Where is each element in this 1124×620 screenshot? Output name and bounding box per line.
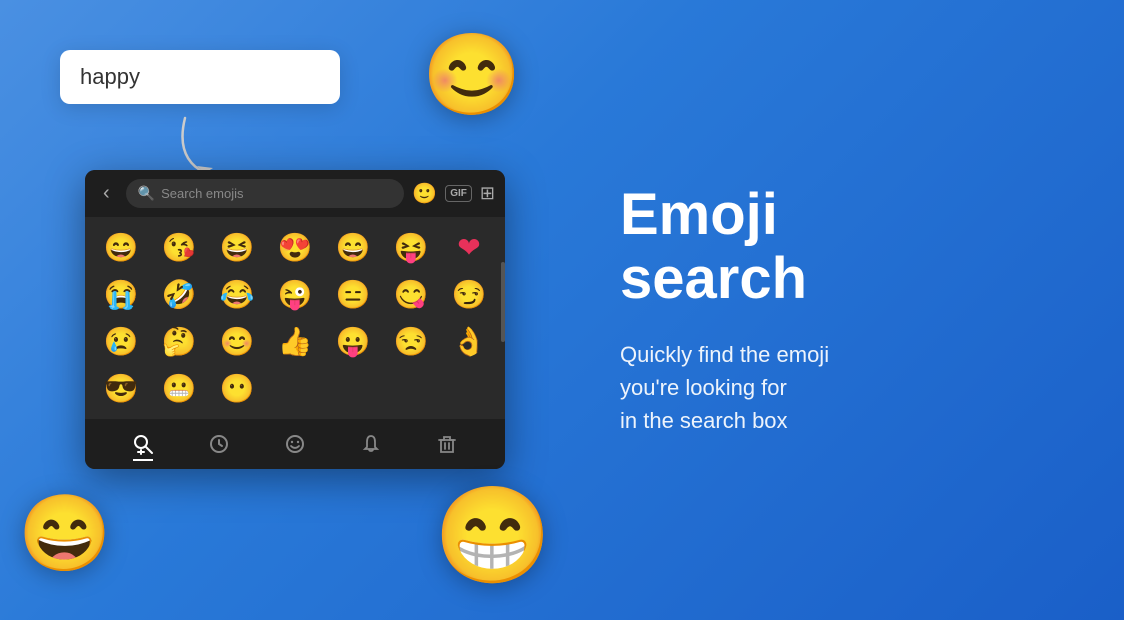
subtext-line2: you're looking for: [620, 375, 787, 400]
headline-line1: Emoji: [620, 182, 778, 247]
emoji-cell[interactable]: 😛: [325, 319, 381, 364]
emoji-cell[interactable]: 🤣: [151, 272, 207, 317]
emoji-cell[interactable]: 😢: [93, 319, 149, 364]
emoji-cell: [383, 366, 439, 411]
emoji-cell[interactable]: 😒: [383, 319, 439, 364]
emoji-cell[interactable]: 😊: [209, 319, 265, 364]
keyboard-panel: ‹ 🔍 Search emojis 🙂 GIF ⊞ 😄 😘 😆 😍 😄 😝 ❤: [85, 170, 505, 469]
emoji-cell[interactable]: 😝: [383, 225, 439, 270]
headline: Emoji search: [620, 183, 1064, 311]
decorative-emoji-bottom-left: 😄: [18, 490, 111, 578]
emoji-cell[interactable]: 😎: [93, 366, 149, 411]
subtext-line3: in the search box: [620, 408, 788, 433]
emoji-cell[interactable]: 🤔: [151, 319, 207, 364]
nav-bell[interactable]: [352, 429, 390, 459]
nav-emoji[interactable]: [276, 429, 314, 459]
keyboard-toolbar: ‹ 🔍 Search emojis 🙂 GIF ⊞: [85, 170, 505, 217]
emoji-cell[interactable]: 😶: [209, 366, 265, 411]
emoji-cell: [441, 366, 497, 411]
nav-search[interactable]: [124, 429, 162, 459]
nav-delete[interactable]: [428, 429, 466, 459]
search-icon: 🔍: [138, 185, 155, 202]
emoji-button[interactable]: 🙂: [412, 181, 437, 206]
search-placeholder-text: Search emojis: [161, 186, 243, 201]
emoji-cell[interactable]: 😬: [151, 366, 207, 411]
emoji-cell[interactable]: 😆: [209, 225, 265, 270]
decorative-emoji-bottom-right: 😁: [434, 481, 552, 592]
emoji-search-bar[interactable]: 🔍 Search emojis: [126, 179, 405, 208]
right-section: Emoji search Quickly find the emoji you'…: [580, 0, 1124, 620]
subtext: Quickly find the emoji you're looking fo…: [620, 338, 1064, 437]
headline-line2: search: [620, 246, 807, 311]
emoji-cell[interactable]: 😭: [93, 272, 149, 317]
emoji-cell[interactable]: 😑: [325, 272, 381, 317]
emoji-cell[interactable]: 👌: [441, 319, 497, 364]
subtext-line1: Quickly find the emoji: [620, 342, 829, 367]
left-section: happy ‹ 🔍 Search emojis 🙂 GIF ⊞ 😄 😘 😆: [0, 0, 580, 620]
emoji-cell[interactable]: 😂: [209, 272, 265, 317]
search-input-value: happy: [80, 64, 140, 89]
emoji-cell[interactable]: 👍: [267, 319, 323, 364]
emoji-cell[interactable]: ❤: [441, 225, 497, 270]
decorative-emoji-top: 😊: [422, 28, 522, 122]
search-card[interactable]: happy: [60, 50, 340, 104]
emoji-cell[interactable]: 😄: [93, 225, 149, 270]
emoji-cell[interactable]: 😘: [151, 225, 207, 270]
keyboard-bottom-nav: [85, 419, 505, 469]
emoji-cell[interactable]: 😄: [325, 225, 381, 270]
emoji-cell[interactable]: 😋: [383, 272, 439, 317]
emoji-cell[interactable]: 😜: [267, 272, 323, 317]
emoji-cell[interactable]: 😍: [267, 225, 323, 270]
emoji-grid: 😄 😘 😆 😍 😄 😝 ❤ 😭 🤣 😂 😜 😑 😋 😏 😢 🤔 😊: [85, 217, 505, 419]
back-button[interactable]: ‹: [95, 178, 118, 209]
emoji-cell[interactable]: 😏: [441, 272, 497, 317]
sticker-button[interactable]: ⊞: [480, 183, 495, 204]
gif-button[interactable]: GIF: [445, 185, 472, 202]
emoji-cell: [267, 366, 323, 411]
scroll-indicator: [501, 262, 505, 342]
emoji-cell: [325, 366, 381, 411]
nav-recent[interactable]: [200, 429, 238, 459]
